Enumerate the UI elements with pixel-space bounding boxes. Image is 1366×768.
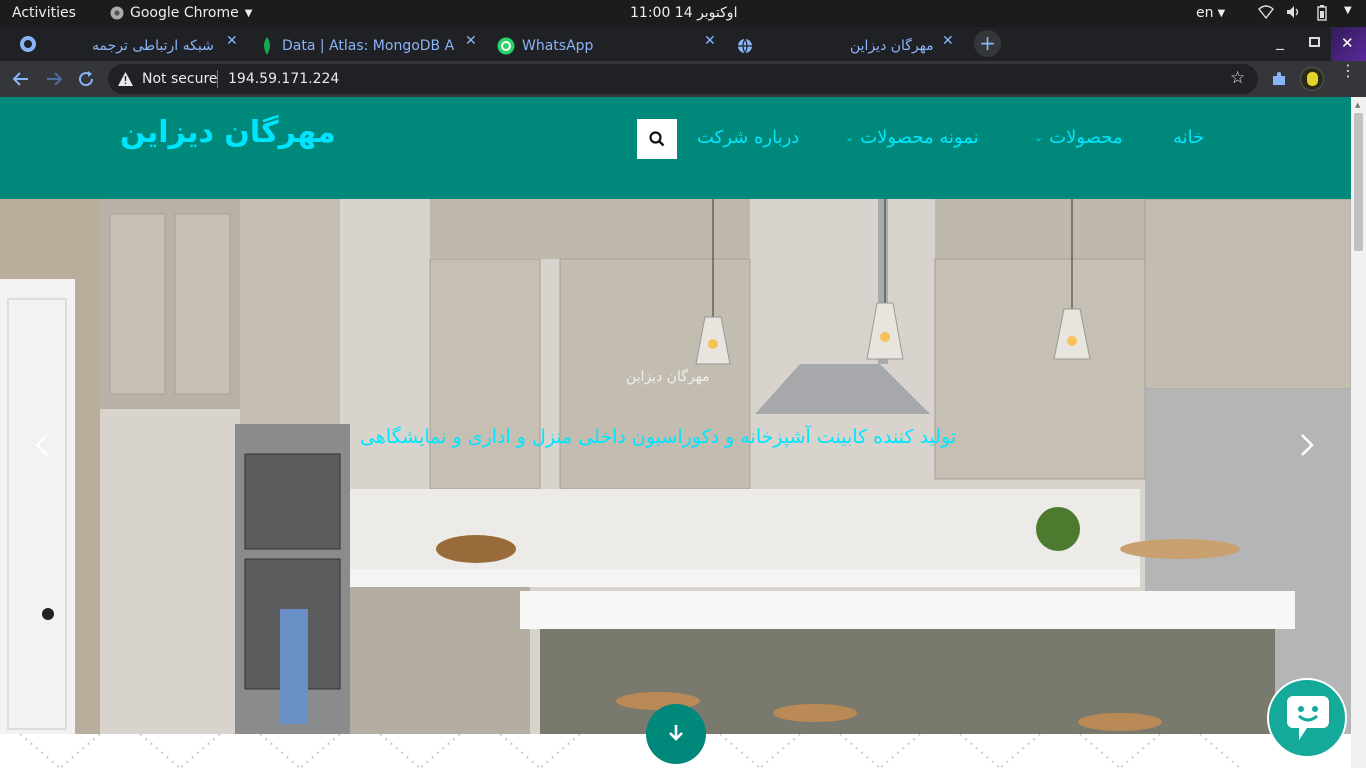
tab-title: Data | Atlas: MongoDB At bbox=[282, 38, 454, 54]
tab-title: WhatsApp bbox=[522, 38, 594, 54]
chevron-left-icon[interactable] bbox=[34, 433, 50, 457]
close-icon[interactable]: ✕ bbox=[465, 33, 477, 49]
nav-products-label: محصولات bbox=[1049, 127, 1123, 148]
chrome-icon bbox=[110, 6, 124, 20]
language-label: en bbox=[1196, 5, 1214, 21]
tab-mongodb-atlas[interactable]: Data | Atlas: MongoDB At bbox=[262, 31, 462, 61]
chevron-right-icon[interactable] bbox=[1299, 433, 1315, 457]
tab-title: مهرگان دیزاین bbox=[850, 38, 934, 54]
forward-arrow-icon[interactable] bbox=[45, 70, 63, 88]
battery-icon[interactable] bbox=[1316, 5, 1328, 25]
more-menu-icon[interactable]: ⋮ bbox=[1340, 63, 1356, 79]
wifi-icon[interactable] bbox=[1258, 5, 1274, 23]
nav-products[interactable]: محصولات ⌄ bbox=[1034, 127, 1123, 148]
chevron-down-icon: ▼ bbox=[244, 7, 253, 19]
url-text[interactable]: 194.59.171.224 bbox=[228, 71, 339, 87]
volume-icon[interactable] bbox=[1286, 5, 1302, 23]
maximize-button[interactable] bbox=[1309, 37, 1320, 47]
nav-samples-label: نمونه محصولات bbox=[860, 127, 979, 148]
chevron-down-icon: ⌄ bbox=[845, 131, 855, 144]
chevron-down-icon[interactable]: ▼ bbox=[1344, 5, 1352, 16]
chevron-down-icon: ▼ bbox=[1217, 7, 1226, 19]
website-viewport: مهرگان دیزاین درباره شرکت نمونه محصولات … bbox=[0, 97, 1351, 768]
language-indicator[interactable]: en ▼ bbox=[1196, 5, 1225, 21]
clock[interactable]: 11:00 14 اوکتوبر bbox=[630, 5, 737, 21]
scroll-down-button[interactable] bbox=[646, 704, 706, 764]
site-header: مهرگان دیزاین درباره شرکت نمونه محصولات … bbox=[0, 97, 1351, 199]
security-status[interactable]: Not secure bbox=[142, 71, 218, 87]
search-button[interactable] bbox=[637, 119, 677, 159]
tab-mehregan-design[interactable]: مهرگان دیزاین bbox=[737, 31, 967, 61]
search-icon bbox=[649, 131, 665, 147]
close-icon[interactable]: ✕ bbox=[942, 33, 954, 49]
brand-logo[interactable]: مهرگان دیزاین bbox=[120, 115, 336, 150]
nav-samples[interactable]: نمونه محصولات ⌄ bbox=[845, 127, 979, 148]
kitchen-photo bbox=[0, 199, 1351, 734]
hero-slider: مهرگان دیزاین تولید کننده کابینت آشپزخان… bbox=[0, 199, 1351, 734]
flower-icon bbox=[1307, 72, 1318, 86]
tab-search-icon[interactable] bbox=[19, 35, 37, 53]
app-name: Google Chrome bbox=[130, 5, 239, 21]
whatsapp-icon bbox=[497, 37, 515, 55]
close-icon[interactable]: ✕ bbox=[704, 33, 716, 49]
address-bar[interactable]: Not secure 194.59.171.224 ☆ bbox=[108, 64, 1258, 94]
activities-button[interactable]: Activities bbox=[12, 5, 76, 21]
new-tab-button[interactable]: + bbox=[974, 30, 1001, 57]
tab-translation-network[interactable]: شبکه ارتباطی ترجمه bbox=[92, 31, 242, 61]
extensions-icon[interactable] bbox=[1271, 71, 1287, 87]
arrow-down-icon bbox=[669, 725, 683, 741]
close-icon[interactable]: ✕ bbox=[226, 33, 238, 49]
chat-widget-button[interactable] bbox=[1267, 678, 1347, 758]
bookmark-star-icon[interactable]: ☆ bbox=[1230, 68, 1245, 88]
profile-avatar[interactable] bbox=[1300, 67, 1324, 91]
browser-tab-strip: شبکه ارتباطی ترجمه ✕ Data | Atlas: Mongo… bbox=[0, 27, 1366, 61]
hero-subtitle: مهرگان دیزاین bbox=[626, 369, 710, 385]
tab-title: شبکه ارتباطی ترجمه bbox=[92, 38, 214, 54]
page-scrollbar[interactable]: ▲ bbox=[1351, 97, 1366, 768]
nav-about[interactable]: درباره شرکت bbox=[697, 127, 799, 148]
scroll-up-icon[interactable]: ▲ bbox=[1355, 101, 1360, 109]
hero-tagline: تولید کننده کابینت آشپزخانه و دکوراسیون … bbox=[360, 426, 957, 448]
browser-toolbar: Not secure 194.59.171.224 ☆ ⋮ bbox=[0, 61, 1366, 97]
tab-whatsapp[interactable]: WhatsApp bbox=[497, 31, 677, 61]
nav-home[interactable]: خانه bbox=[1173, 127, 1204, 148]
reload-icon[interactable] bbox=[77, 70, 95, 88]
mongodb-leaf-icon bbox=[264, 37, 270, 55]
back-arrow-icon[interactable] bbox=[12, 70, 30, 88]
system-top-bar: Activities Google Chrome ▼ 11:00 14 اوکت… bbox=[0, 0, 1366, 27]
chevron-down-icon: ⌄ bbox=[1034, 131, 1044, 144]
globe-icon bbox=[738, 38, 752, 54]
divider bbox=[217, 70, 218, 88]
chat-smiley-icon bbox=[1287, 696, 1329, 740]
minimize-button[interactable]: _ bbox=[1276, 31, 1284, 50]
close-icon[interactable]: ✕ bbox=[1341, 34, 1354, 52]
app-menu[interactable]: Google Chrome ▼ bbox=[110, 5, 252, 21]
scrollbar-thumb[interactable] bbox=[1354, 113, 1363, 251]
warning-icon bbox=[118, 72, 133, 86]
